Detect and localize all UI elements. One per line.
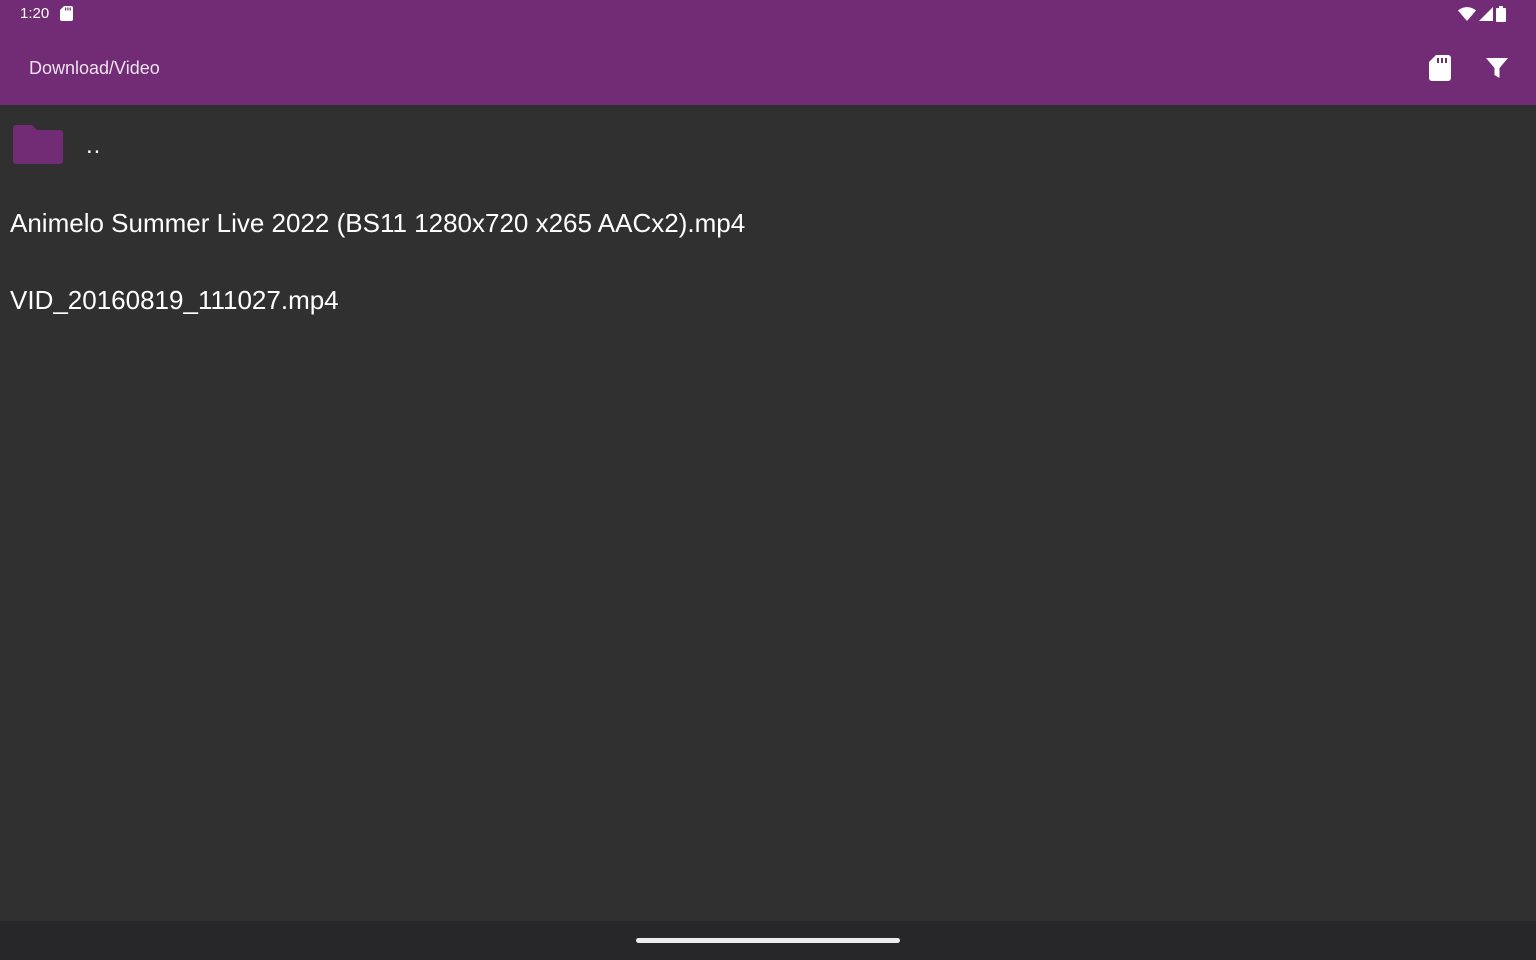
home-gesture-handle[interactable] <box>636 938 900 943</box>
status-time: 1:20 <box>20 5 50 22</box>
file-row[interactable]: VID_20160819_111027.mp4 <box>0 264 1536 334</box>
filter-button[interactable] <box>1479 50 1515 86</box>
status-icons <box>1458 6 1506 22</box>
battery-icon <box>1496 6 1506 22</box>
storage-button[interactable] <box>1422 50 1458 86</box>
parent-folder-label: .. <box>86 132 102 159</box>
wifi-icon <box>1458 7 1476 21</box>
current-path-title: Download/Video <box>29 58 160 78</box>
cellular-signal-icon <box>1479 7 1493 21</box>
navigation-bar <box>0 921 1536 960</box>
filter-icon <box>1486 58 1508 78</box>
app-header: 1:20 Download/Video <box>0 0 1536 105</box>
file-name: Animelo Summer Live 2022 (BS11 1280x720 … <box>10 208 746 238</box>
file-row[interactable]: Animelo Summer Live 2022 (BS11 1280x720 … <box>0 187 1536 257</box>
file-name: VID_20160819_111027.mp4 <box>10 285 339 315</box>
sd-card-icon <box>60 6 73 21</box>
sd-card-icon <box>1429 55 1451 81</box>
screen: 1:20 Download/Video .. Animelo Summer Li… <box>0 0 1536 960</box>
parent-folder-row[interactable]: .. <box>0 105 1536 183</box>
folder-icon <box>13 125 63 164</box>
